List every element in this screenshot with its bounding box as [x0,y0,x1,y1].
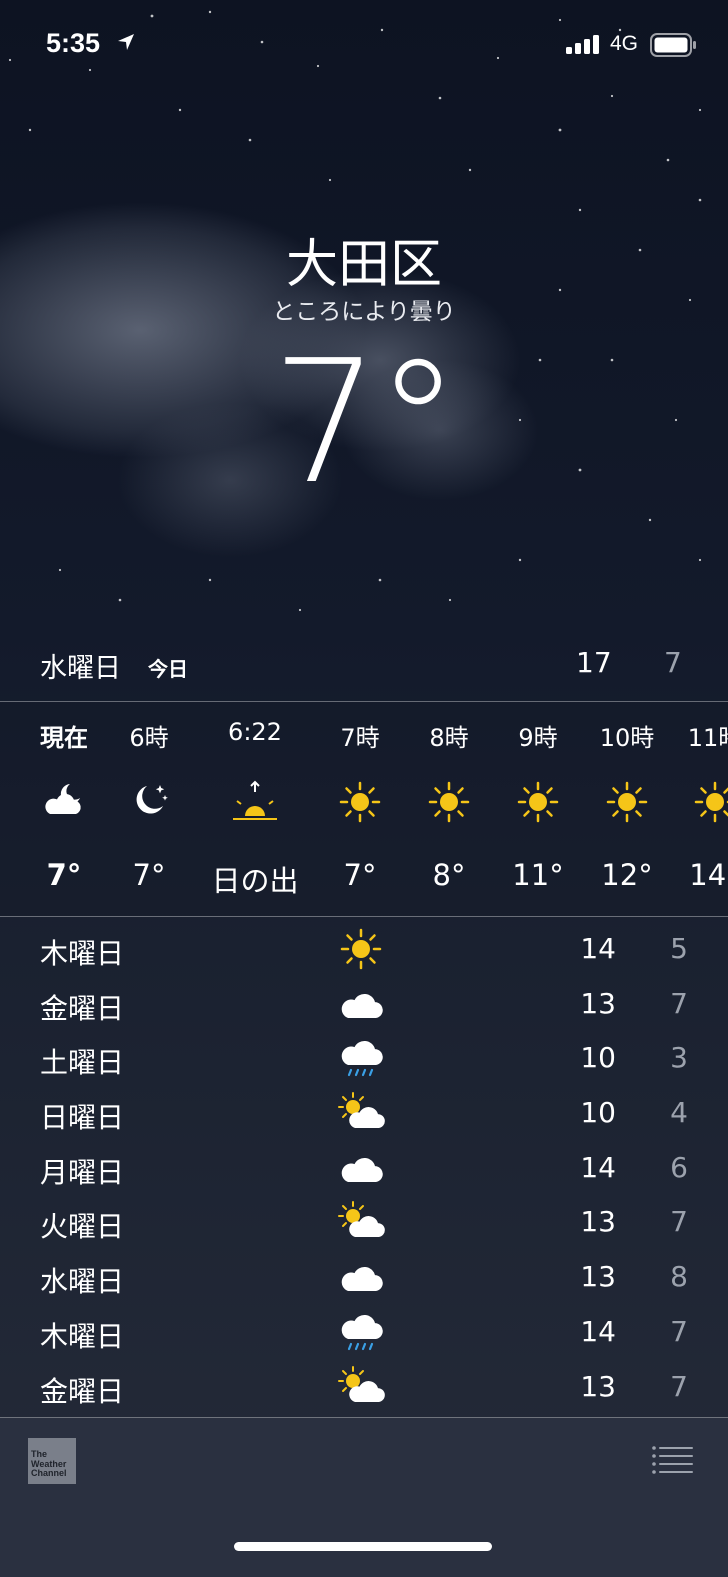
status-bar: 5:35 4G [0,0,728,90]
daily-forecast-list: 木曜日 14 5 金曜日 13 7 土曜日 10 3 日曜日 10 4 月曜日 … [0,922,728,1414]
day-name: 金曜日 [40,1374,125,1408]
hour-temp: 7° [46,858,82,892]
hour-label: 現在 [40,724,88,752]
cloud-icon [336,1254,390,1300]
partly-sunny-icon [336,1090,390,1136]
hour-label: 9時 [518,724,558,752]
day-low: 8 [670,1260,688,1294]
daily-row: 金曜日 13 7 [0,1360,728,1415]
hour-label: 6時 [129,724,169,752]
rain-icon [336,1309,390,1355]
footer-bar: The Weather Channel [0,1418,728,1577]
hourly-item: 10時 12° [582,702,672,916]
hour-temp: 7° [132,858,166,892]
hour-label: 10時 [599,724,655,752]
daily-row: 木曜日 14 7 [0,1305,728,1360]
daily-row: 水曜日 13 8 [0,1250,728,1305]
day-low: 7 [670,986,688,1020]
network-type: 4G [610,32,639,55]
battery-icon [650,33,696,57]
day-low: 6 [670,1150,688,1184]
sunrise-icon [209,780,301,824]
city-list-icon[interactable] [652,1446,694,1474]
hourly-item: 現在 7° [19,702,109,916]
day-low: 3 [670,1041,688,1075]
hour-label: 7時 [340,724,380,752]
day-high: 10 [580,1096,616,1130]
hourly-forecast-scroller[interactable]: 現在 7° 6時 7° 6:22 日の出 7時 7° 8時 8° 9時 11° … [0,702,728,916]
current-temperature: 7° [271,324,460,522]
cellular-signal-icon [566,35,599,54]
today-tag: 今日 [148,657,188,681]
daily-row: 火曜日 13 7 [0,1195,728,1250]
daily-row: 金曜日 13 7 [0,977,728,1032]
hour-temp: 8° [432,858,466,892]
partly-cloudy-night-icon [19,780,109,824]
home-indicator[interactable] [234,1542,492,1551]
hourly-item: 6時 7° [104,702,194,916]
day-high: 14 [580,932,616,965]
status-time: 5:35 [46,28,101,58]
day-high: 13 [580,986,616,1020]
today-day: 水曜日 [40,653,121,684]
city-name: 大田区 [285,235,442,295]
rain-icon [336,1035,390,1081]
hour-temp: 日の出 [211,864,299,898]
hourly-item: 8時 8° [404,702,494,916]
cloud-icon [336,1145,390,1191]
daily-row: 月曜日 14 6 [0,1141,728,1196]
day-high: 13 [580,1260,616,1294]
today-low: 7 [664,646,682,679]
hourly-item: 9時 11° [493,702,583,916]
hour-label: 11時 [687,724,728,752]
daily-row: 木曜日 14 5 [0,922,728,977]
daily-row: 土曜日 10 3 [0,1031,728,1086]
hour-temp: 7° [343,858,377,892]
hourly-item: 6:22 日の出 [209,702,301,916]
day-low: 7 [670,1205,688,1239]
today-high: 17 [576,646,612,679]
hourly-item: 11時 14° [670,702,728,916]
day-low: 7 [670,1314,688,1348]
day-high: 14 [580,1150,616,1184]
hourly-item: 7時 7° [315,702,405,916]
hour-temp: 12° [601,858,653,892]
weather-channel-logo[interactable]: The Weather Channel [28,1438,76,1484]
day-low: 5 [670,932,688,965]
day-name: 火曜日 [40,1210,125,1244]
hour-label: 6:22 [228,718,282,746]
hour-temp: 14° [689,858,728,892]
day-low: 4 [670,1096,688,1130]
day-name: 日曜日 [40,1101,125,1135]
day-high: 14 [580,1314,616,1348]
day-name: 金曜日 [40,991,125,1025]
divider [0,916,728,917]
day-high: 10 [580,1041,616,1075]
hour-label: 8時 [429,724,469,752]
day-name: 水曜日 [40,1265,125,1299]
weather-condition: ところにより曇り [272,299,456,325]
partly-sunny-icon [336,1364,390,1410]
day-low: 7 [670,1369,688,1403]
sun-icon [404,780,494,824]
day-name: 木曜日 [40,937,125,970]
day-high: 13 [580,1205,616,1239]
moon-stars-icon [104,780,194,824]
day-name: 土曜日 [40,1046,125,1080]
sun-icon [315,780,405,824]
hour-temp: 11° [512,858,564,892]
sun-icon [582,780,672,824]
cloud-icon [336,981,390,1027]
sun-icon [670,780,728,824]
sun-icon [336,926,390,972]
location-arrow-icon [118,34,134,50]
day-name: 木曜日 [40,1319,125,1353]
today-summary-row: 水曜日 今日 17 7 [0,638,728,702]
day-name: 月曜日 [40,1155,125,1189]
daily-row: 日曜日 10 4 [0,1086,728,1141]
partly-sunny-icon [336,1199,390,1245]
day-high: 13 [580,1369,616,1403]
sun-icon [493,780,583,824]
